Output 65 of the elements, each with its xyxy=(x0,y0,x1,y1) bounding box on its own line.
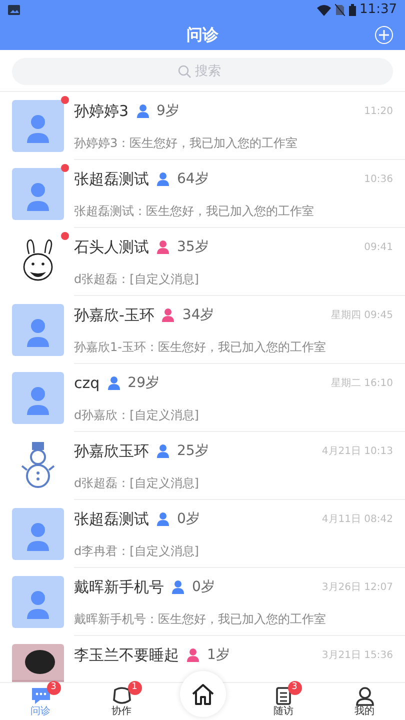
person-icon xyxy=(354,686,374,706)
message-time: 10:36 xyxy=(364,172,393,186)
badge: 3 xyxy=(288,680,302,694)
message-time: 3月26日 12:07 xyxy=(322,580,393,594)
patient-name: 张超磊测试 xyxy=(74,168,149,190)
conversation-item[interactable]: 孙嘉欣-玉环 34岁 星期四 09:45 孙嘉欣1-玉环：医生您好，我已加入您的工作室 xyxy=(0,296,405,364)
home-icon xyxy=(190,683,214,705)
message-preview: 张超磊测试：医生您好，我已加入您的工作室 xyxy=(74,203,315,220)
message-time: 星期二 16:10 xyxy=(331,376,393,390)
patient-age: 64岁 xyxy=(177,170,209,188)
message-time: 3月21日 15:36 xyxy=(322,648,393,662)
conversation-item[interactable]: 张超磊测试 0岁 4月11日 08:42 d李冉君：[自定义消息] xyxy=(0,500,405,568)
no-sim-icon xyxy=(334,4,345,16)
tab-item[interactable]: 1 协作 xyxy=(81,683,162,720)
message-preview: d孙嘉欣：[自定义消息] xyxy=(74,407,200,424)
conversation-item[interactable]: 戴晖新手机号 0岁 3月26日 12:07 戴晖新手机号：医生您好，我已加入您的工作室 xyxy=(0,568,405,636)
patient-name: 孙婷婷3 xyxy=(74,100,129,122)
tab-item[interactable]: 我的 xyxy=(324,683,405,720)
page-title: 问诊 xyxy=(186,24,218,46)
patient-age: 35岁 xyxy=(177,238,209,256)
battery-icon xyxy=(348,4,356,16)
plus-icon xyxy=(379,30,389,40)
conversation-item[interactable]: 石头人测试 35岁 09:41 d张超磊：[自定义消息] xyxy=(0,228,405,296)
patient-name: 张超磊测试 xyxy=(74,508,149,530)
patient-age: 0岁 xyxy=(177,510,200,528)
conversation-item[interactable]: 张超磊测试 64岁 10:36 张超磊测试：医生您好，我已加入您的工作室 xyxy=(0,160,405,228)
image-icon xyxy=(8,5,20,15)
patient-name: 孙嘉欣-玉环 xyxy=(74,304,154,326)
conversation-item[interactable]: 孙嘉欣玉环 25岁 4月21日 10:13 d张超磊：[自定义消息] xyxy=(0,432,405,500)
tab-item[interactable]: 3 问诊 xyxy=(0,683,81,720)
chat-icon xyxy=(30,686,52,706)
patient-age: 1岁 xyxy=(207,646,230,664)
patient-age: 29岁 xyxy=(128,374,160,392)
message-time: 4月11日 08:42 xyxy=(322,512,393,526)
search-icon xyxy=(178,65,191,78)
message-preview: 孙婷婷3：医生您好，我已加入您的工作室 xyxy=(74,135,299,152)
message-preview: d张超磊：[自定义消息] xyxy=(74,475,200,492)
message-preview: d张超磊：[自定义消息] xyxy=(74,271,200,288)
message-time: 11:20 xyxy=(364,104,393,118)
message-time: 4月21日 10:13 xyxy=(322,444,393,458)
patient-name: 孙嘉欣玉环 xyxy=(74,440,149,462)
conversation-item[interactable]: 孙婷婷3 9岁 11:20 孙婷婷3：医生您好，我已加入您的工作室 xyxy=(0,92,405,160)
search-input[interactable]: 搜索 xyxy=(195,62,227,82)
message-preview: 孙嘉欣1-玉环：医生您好，我已加入您的工作室 xyxy=(74,339,327,356)
message-time: 星期四 09:45 xyxy=(331,308,393,322)
message-time: 09:41 xyxy=(364,240,393,254)
patient-age: 9岁 xyxy=(156,102,180,120)
patient-age: 25岁 xyxy=(177,442,209,460)
add-button[interactable] xyxy=(375,26,393,44)
message-preview: d李冉君：[自定义消息] xyxy=(74,543,200,560)
document-icon xyxy=(274,686,292,706)
patient-name: 石头人测试 xyxy=(74,236,149,258)
patient-name: 李玉兰不要睡起 xyxy=(74,644,179,666)
patient-age: 0岁 xyxy=(192,578,215,596)
home-button[interactable] xyxy=(180,671,226,717)
status-time: 11:37 xyxy=(360,1,397,20)
conversation-item[interactable]: czq 29岁 星期二 16:10 d孙嘉欣：[自定义消息] xyxy=(0,364,405,432)
wifi-icon xyxy=(316,4,331,16)
patient-age: 34岁 xyxy=(182,306,214,324)
badge: 1 xyxy=(128,680,142,694)
patient-name: 戴晖新手机号 xyxy=(74,576,164,598)
message-preview: 戴晖新手机号：医生您好，我已加入您的工作室 xyxy=(74,611,327,628)
tab-item[interactable]: 3 随访 xyxy=(243,683,324,720)
patient-name: czq xyxy=(74,372,100,394)
search-field[interactable]: 搜索 xyxy=(12,58,393,85)
